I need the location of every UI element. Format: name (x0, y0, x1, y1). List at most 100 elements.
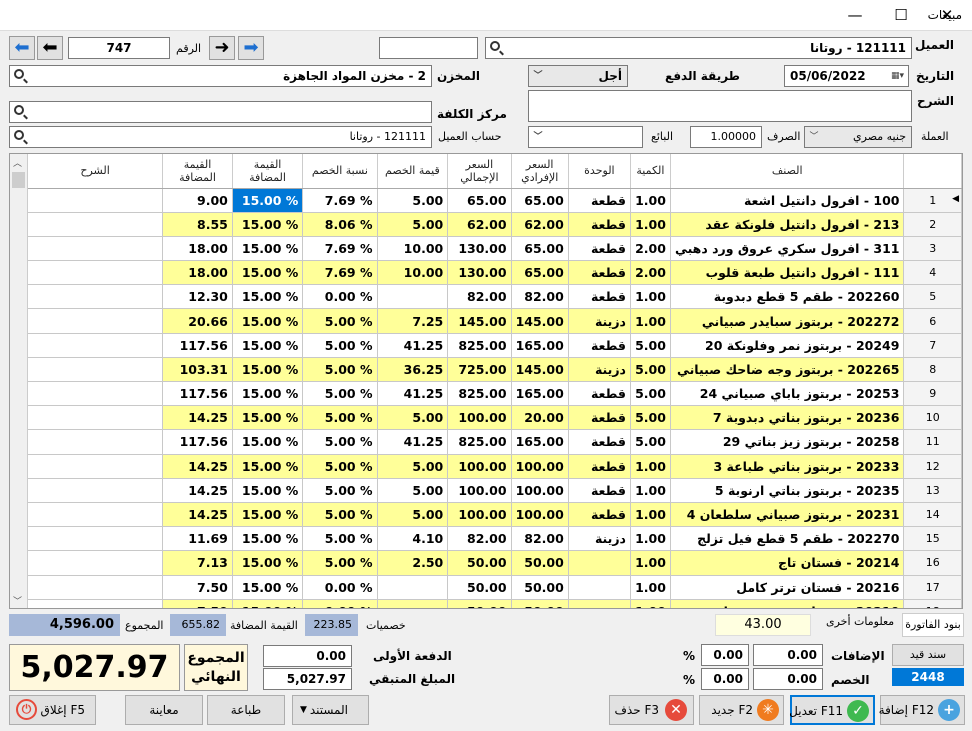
cell-vat-pct[interactable]: 15.00 % (232, 599, 304, 608)
cell-item[interactable]: 20253 - بربتوز باباي صبياني 24 (670, 381, 905, 407)
cell-unit[interactable]: قطعة (568, 405, 631, 431)
cell-discount-value[interactable]: 10.00 (377, 236, 449, 262)
cell-vat-pct[interactable]: 15.00 % (232, 357, 304, 383)
cell-unit[interactable] (568, 550, 631, 576)
cell-quantity[interactable]: 1.00 (630, 550, 671, 576)
add-button[interactable]: + إضافة F12 (879, 695, 965, 725)
cell-unit[interactable]: قطعة (568, 333, 631, 358)
table-row[interactable]: 14.25 15.00 % 5.00 % 5.00 100.00 20.00 قطعة 5.0… (28, 405, 962, 431)
table-row[interactable]: 7.5015.00 %0.00 % 50.0050.00 1.0020210 - ف… (28, 599, 962, 608)
cell-quantity[interactable]: 1.00 (630, 478, 671, 503)
cell-notes[interactable] (28, 236, 164, 262)
cell-vat-pct[interactable]: 15.00 % (232, 550, 304, 576)
table-row[interactable]: 117.56 15.00 % 5.00 % 41.25 825.00 165.00 قطعة… (28, 429, 962, 455)
cell-vat-pct[interactable]: 15.00 % (232, 236, 304, 262)
cell-total-price[interactable]: 65.00 (447, 188, 512, 213)
cell-item[interactable]: 202272 - بربتوز سبايدر صبياني (670, 308, 905, 334)
cell-quantity[interactable]: 5.00 (630, 405, 671, 431)
cell-discount-pct[interactable]: 5.00 % (302, 550, 378, 576)
cell-discount-value[interactable]: 5.00 (377, 478, 449, 503)
rate-field[interactable]: 1.00000 (690, 126, 762, 148)
cell-notes[interactable] (28, 575, 164, 600)
cell-item[interactable]: 202260 - طقم 5 قطع دبدوبة (670, 284, 905, 310)
cell-discount-value[interactable]: 41.25 (377, 381, 449, 407)
cell-unit[interactable] (568, 575, 631, 600)
cell-total-price[interactable]: 100.00 (447, 502, 512, 528)
cell-discount-pct[interactable]: 5.00 % (302, 333, 378, 358)
table-row[interactable]: 12.30 15.00 % 0.00 % 82.00 82.00 قطعة 1.00 2022… (28, 284, 962, 310)
cell-vat-pct[interactable]: 15.00 % (232, 188, 304, 213)
additions-value-field[interactable]: 0.00 (753, 644, 823, 666)
cell-vat-pct[interactable]: 15.00 % (232, 405, 304, 431)
cell-total-price[interactable]: 130.00 (447, 260, 512, 286)
cell-notes[interactable] (28, 188, 164, 213)
cell-vat-value[interactable]: 18.00 (162, 260, 233, 286)
cell-vat-pct[interactable]: 15.00 % (232, 308, 304, 334)
cell-item[interactable]: 100 - افرول دانتيل اشعة (670, 188, 905, 213)
cell-discount-pct[interactable]: 0.00 % (302, 599, 378, 608)
cell-vat-pct[interactable]: 15.00 % (232, 575, 304, 600)
cell-vat-value[interactable]: 103.31 (162, 357, 233, 383)
cell-vat-pct[interactable]: 15.00 % (232, 429, 304, 455)
cell-discount-pct[interactable]: 7.69 % (302, 236, 378, 262)
cell-unit-price[interactable]: 100.00 (511, 454, 569, 479)
cell-total-price[interactable]: 50.00 (447, 599, 512, 608)
cell-discount-pct[interactable]: 8.06 % (302, 212, 378, 237)
cell-notes[interactable] (28, 381, 164, 407)
cell-item[interactable]: 20233 - بربتوز بناتي طباعة 3 (670, 454, 905, 479)
cell-vat-value[interactable]: 7.13 (162, 550, 233, 576)
cell-vat-pct[interactable]: 15.00 % (232, 478, 304, 503)
cell-total-price[interactable]: 100.00 (447, 454, 512, 479)
cell-unit[interactable]: قطعة (568, 454, 631, 479)
next-last-button[interactable]: ➡ (238, 36, 264, 60)
cell-unit[interactable]: قطعة (568, 381, 631, 407)
cell-unit-price[interactable]: 82.00 (511, 284, 569, 310)
delete-button[interactable]: ✕ حذف F3 (609, 695, 694, 725)
cell-discount-pct[interactable]: 0.00 % (302, 575, 378, 600)
cell-item[interactable]: 20214 - فستان تاج (670, 550, 905, 576)
cell-unit-price[interactable]: 82.00 (511, 526, 569, 552)
table-row[interactable]: 8.55 15.00 % 8.06 % 5.00 62.00 62.00 قطعة 1.00 2… (28, 212, 962, 237)
currency-select[interactable]: جنيه مصري ﹀ (804, 126, 912, 148)
cell-notes[interactable] (28, 454, 164, 479)
cell-quantity[interactable]: 5.00 (630, 381, 671, 407)
date-picker[interactable]: 05/06/2022 ▦▾ (784, 65, 909, 87)
cell-unit-price[interactable]: 50.00 (511, 575, 569, 600)
cell-notes[interactable] (28, 212, 164, 237)
cell-discount-pct[interactable]: 5.00 % (302, 478, 378, 503)
cell-unit-price[interactable]: 100.00 (511, 478, 569, 503)
number-field[interactable]: 747 (68, 37, 170, 59)
cell-quantity[interactable]: 1.00 (630, 502, 671, 528)
col-vat-value[interactable]: القيمة المضافة (162, 154, 233, 189)
cell-discount-pct[interactable]: 5.00 % (302, 429, 378, 455)
col-unit-price[interactable]: السعر الإفرادي (511, 154, 569, 189)
cell-unit[interactable]: دزينة (568, 308, 631, 334)
cell-notes[interactable] (28, 405, 164, 431)
first-button[interactable]: ⬅ (9, 36, 35, 60)
cell-unit[interactable]: دزينة (568, 357, 631, 383)
cell-unit-price[interactable]: 62.00 (511, 212, 569, 237)
cell-discount-value[interactable]: 5.00 (377, 502, 449, 528)
cell-notes[interactable] (28, 526, 164, 552)
cell-unit[interactable]: قطعة (568, 212, 631, 237)
cell-unit-price[interactable]: 100.00 (511, 502, 569, 528)
cell-total-price[interactable]: 100.00 (447, 478, 512, 503)
col-total-price[interactable]: السعر الإجمالي (447, 154, 512, 189)
cell-discount-pct[interactable]: 5.00 % (302, 454, 378, 479)
cell-item[interactable]: 20249 - بربتوز نمر وفلونكة 20 (670, 333, 905, 358)
cell-vat-value[interactable]: 8.55 (162, 212, 233, 237)
cell-vat-pct[interactable]: 15.00 % (232, 381, 304, 407)
cell-total-price[interactable]: 145.00 (447, 308, 512, 334)
cell-discount-pct[interactable]: 5.00 % (302, 357, 378, 383)
cell-vat-value[interactable]: 117.56 (162, 381, 233, 407)
table-row[interactable]: 14.25 15.00 % 5.00 % 5.00 100.00 100.00 قطعة 1.… (28, 478, 962, 503)
cell-discount-pct[interactable]: 5.00 % (302, 308, 378, 334)
new-button[interactable]: ✳ جديد F2 (699, 695, 784, 725)
store-field[interactable]: 2 - مخزن المواد الجاهزة (9, 65, 432, 87)
cell-discount-value[interactable]: 2.50 (377, 550, 449, 576)
cell-notes[interactable] (28, 284, 164, 310)
cell-discount-pct[interactable]: 0.00 % (302, 284, 378, 310)
cell-discount-value[interactable]: 7.25 (377, 308, 449, 334)
cell-vat-value[interactable]: 117.56 (162, 333, 233, 358)
cell-notes[interactable] (28, 260, 164, 286)
